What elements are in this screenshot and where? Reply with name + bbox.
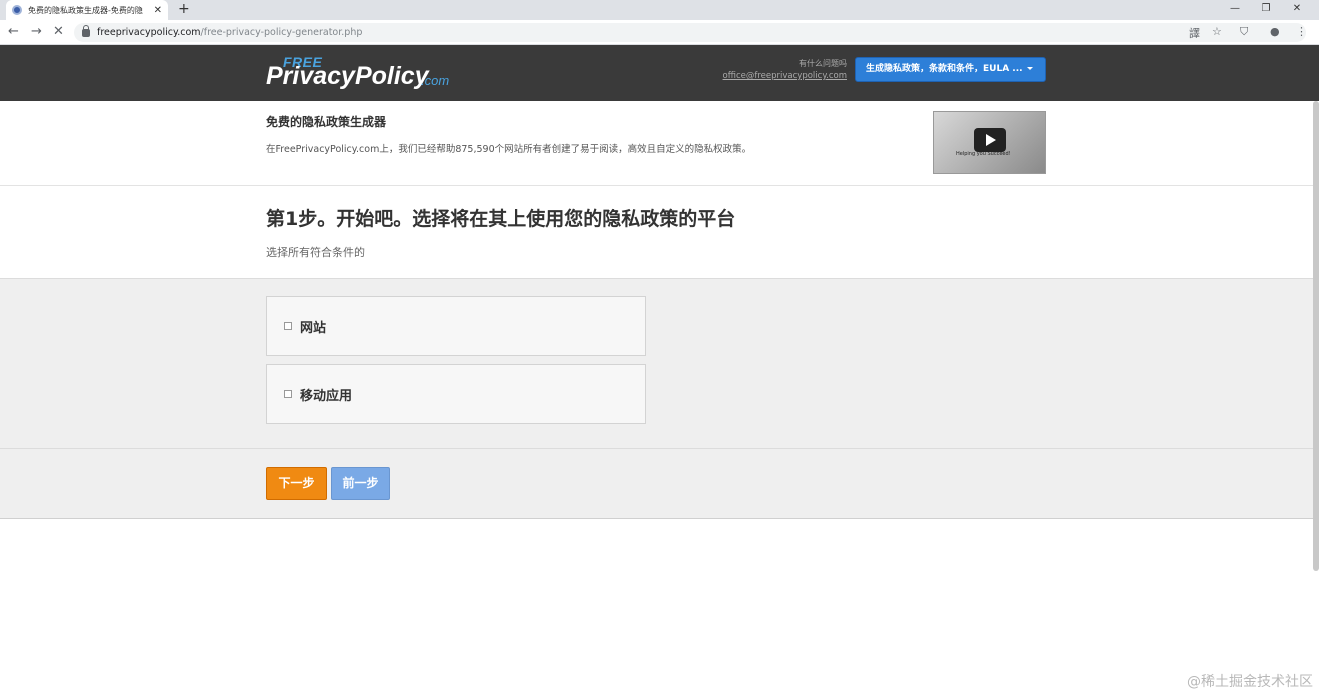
video-caption: Helping you Succeed! — [956, 151, 1011, 157]
step-subtitle: 选择所有符合条件的 — [266, 246, 365, 259]
next-step-button[interactable]: 下一步 — [266, 467, 327, 500]
generate-dropdown-button[interactable]: 生成隐私政策，条款和条件，EULA ... — [855, 57, 1046, 82]
stop-loading-icon[interactable]: ✕ — [53, 24, 64, 39]
forward-icon[interactable]: → — [31, 24, 42, 39]
browser-tabstrip: 免费的隐私政策生成器-免费的隐 ✕ + — ❐ ✕ — [0, 0, 1319, 20]
tab-title: 免费的隐私政策生成器-免费的隐 — [28, 5, 143, 15]
play-icon[interactable] — [974, 128, 1006, 152]
account-icon[interactable]: ● — [1270, 25, 1280, 38]
menu-icon[interactable]: ⋮ — [1296, 25, 1307, 38]
browser-toolbar: ← → ✕ freeprivacypolicy.com /free-privac… — [0, 20, 1319, 45]
website-checkbox[interactable] — [284, 322, 292, 330]
previous-step-button[interactable]: 前一步 — [331, 467, 390, 500]
bookmark-star-icon[interactable]: ☆ — [1212, 25, 1222, 38]
restore-button[interactable]: ❐ — [1252, 0, 1280, 20]
translate-icon[interactable]: 譯 — [1189, 25, 1200, 41]
close-window-button[interactable]: ✕ — [1283, 0, 1311, 20]
intro-description: 在FreePrivacyPolicy.com上，我们已经帮助875,590个网站… — [266, 144, 752, 155]
platform-options: 网站 移动应用 — [0, 279, 1319, 449]
caret-down-icon — [1026, 67, 1033, 70]
mobile-app-checkbox[interactable] — [284, 390, 292, 398]
minimize-button[interactable]: — — [1221, 0, 1249, 20]
browser-tab[interactable]: 免费的隐私政策生成器-免费的隐 ✕ — [6, 0, 168, 20]
url-path: /free-privacy-policy-generator.php — [200, 27, 363, 38]
logo-com: .com — [421, 73, 450, 88]
logo-main: PrivacyPolicy — [266, 62, 429, 90]
watermark: @稀土掘金技术社区 — [1187, 674, 1313, 690]
lock-icon — [82, 24, 90, 37]
intro-title: 免费的隐私政策生成器 — [266, 115, 387, 129]
new-tab-button[interactable]: + — [178, 1, 190, 17]
page-scrollbar[interactable] — [1313, 101, 1319, 571]
option-label: 移动应用 — [300, 388, 353, 404]
generate-button-label: 生成隐私政策，条款和条件，EULA ... — [866, 64, 1023, 74]
help-question: 有什么问题吗 — [799, 59, 847, 68]
step-section: 第1步。开始吧。选择将在其上使用您的隐私政策的平台 选择所有符合条件的 — [0, 186, 1319, 279]
site-favicon-icon — [12, 5, 22, 15]
help-email-link[interactable]: office@freeprivacypolicy.com — [723, 71, 847, 81]
extension-icon[interactable]: ⛉ — [1240, 25, 1248, 39]
tab-close-icon[interactable]: ✕ — [154, 5, 162, 16]
video-thumbnail[interactable]: Helping you Succeed! — [933, 111, 1046, 174]
intro-section: 免费的隐私政策生成器 在FreePrivacyPolicy.com上，我们已经帮… — [0, 101, 1319, 186]
option-label: 网站 — [300, 320, 327, 336]
address-bar[interactable]: freeprivacypolicy.com /free-privacy-poli… — [74, 23, 1306, 42]
option-website[interactable]: 网站 — [266, 296, 646, 356]
step-title: 第1步。开始吧。选择将在其上使用您的隐私政策的平台 — [266, 208, 736, 230]
site-header: FREE PrivacyPolicy .com 有什么问题吗 office@fr… — [0, 45, 1319, 101]
back-icon[interactable]: ← — [8, 24, 19, 39]
url-host: freeprivacypolicy.com — [97, 27, 201, 38]
option-mobile-app[interactable]: 移动应用 — [266, 364, 646, 424]
actions-bar: 下一步 前一步 — [0, 449, 1319, 519]
